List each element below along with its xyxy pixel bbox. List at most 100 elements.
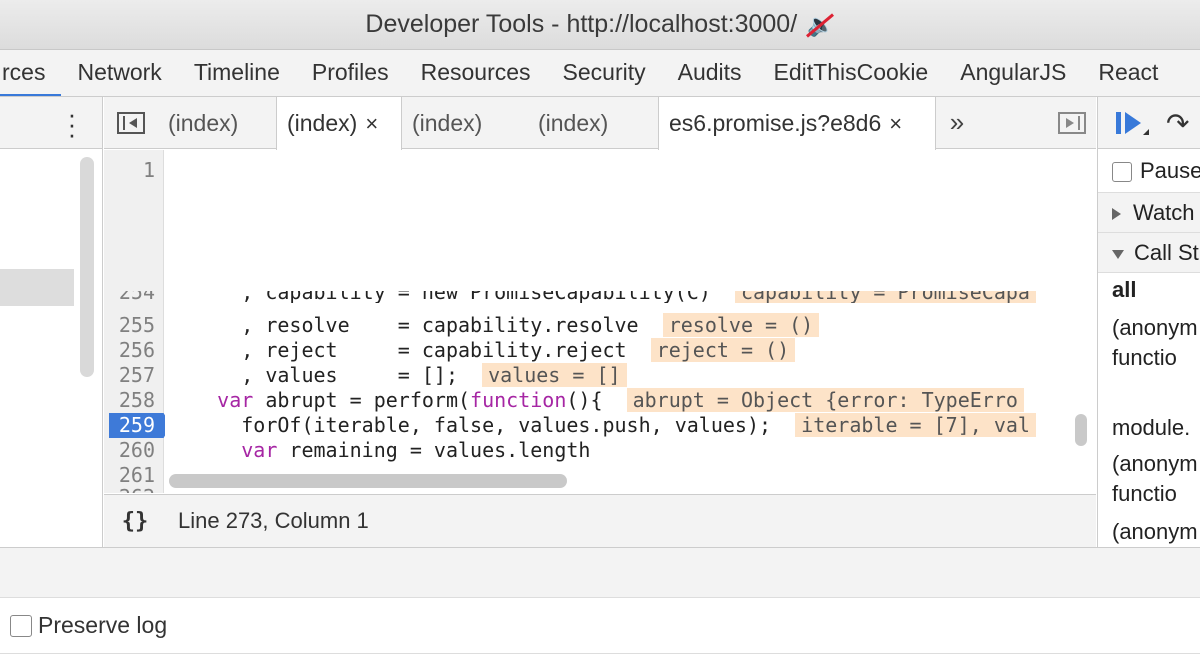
callstack-label: Call St xyxy=(1134,240,1199,265)
editor-tab-label: (index) xyxy=(412,109,483,136)
editor-tab[interactable]: (index) × xyxy=(276,96,402,150)
line-number-gutter: 1 254 255 256 257 258 259 260 261 262 xyxy=(104,150,171,493)
code-text: , values = []; xyxy=(169,363,458,387)
line-number[interactable]: 257 xyxy=(119,363,155,388)
expand-triangle-icon xyxy=(1112,208,1121,220)
code-text: , capability = new PromiseCapability(C) xyxy=(169,291,711,303)
tab-editthiscookie[interactable]: EditThisCookie xyxy=(758,50,945,96)
code-keyword: function xyxy=(470,388,567,412)
watch-label: Watch xyxy=(1133,200,1195,225)
callstack-frame[interactable]: (anonym xyxy=(1098,313,1200,343)
editor-tab-label: (index) xyxy=(168,109,239,136)
resume-icon[interactable] xyxy=(1116,112,1142,134)
editor-tab[interactable]: (index) xyxy=(402,97,528,149)
tab-audits[interactable]: Audits xyxy=(662,50,758,96)
inline-value: values = [] xyxy=(482,363,627,387)
pause-on-exceptions-row[interactable]: Pause xyxy=(1098,149,1200,193)
inline-value: resolve = () xyxy=(662,313,820,337)
console-drawer-toolbar xyxy=(0,547,1200,598)
callstack-frame[interactable]: module. xyxy=(1098,413,1200,443)
inline-value: capability = PromiseCapa xyxy=(734,291,1036,303)
pretty-print-button[interactable]: {} xyxy=(104,509,166,534)
editor-statusbar: {} Line 273, Column 1 xyxy=(104,494,1096,547)
code-text: abrupt = perform( xyxy=(253,388,471,412)
window-titlebar: Developer Tools - http://localhost:3000/… xyxy=(0,0,1200,50)
callstack-frame[interactable]: functio xyxy=(1098,479,1200,509)
close-icon[interactable]: × xyxy=(889,111,902,136)
tab-resources[interactable]: Resources xyxy=(405,50,547,96)
code-text: , reject = capability.reject xyxy=(169,338,627,362)
cursor-position: Line 273, Column 1 xyxy=(178,508,369,533)
code-line: , values = []; values = [] xyxy=(169,363,627,388)
debugger-sidebar: ↷ Pause Watch Call St all (anonym functi… xyxy=(1097,97,1200,547)
line-number[interactable]: 255 xyxy=(119,313,155,338)
tab-angularjs[interactable]: AngularJS xyxy=(944,50,1082,96)
toggle-navigator-button[interactable] xyxy=(104,97,158,149)
close-icon[interactable]: × xyxy=(365,111,378,136)
inline-value: reject = () xyxy=(650,338,796,362)
step-over-icon[interactable]: ↷ xyxy=(1166,107,1189,140)
callstack-frame[interactable]: all xyxy=(1098,273,1200,307)
code-line-paused: forOf(iterable, false, values.push, valu… xyxy=(169,413,1036,438)
collapse-triangle-icon xyxy=(1112,249,1124,259)
tab-security[interactable]: Security xyxy=(547,50,662,96)
editor-tab-label: es6.promise.js?e8d6 xyxy=(669,109,882,136)
code-line: , reject = capability.reject reject = () xyxy=(169,338,796,363)
pause-checkbox[interactable] xyxy=(1112,162,1132,183)
editor-tab-label: (index) xyxy=(287,109,358,136)
window-title: Developer Tools - http://localhost:3000/ xyxy=(365,10,798,38)
line-number[interactable]: 254 xyxy=(119,291,155,303)
callstack-frame[interactable]: (anonym xyxy=(1098,517,1200,547)
preserve-log-label: Preserve log xyxy=(38,612,168,638)
editor-tab[interactable]: (index) xyxy=(158,97,276,149)
code-text: , resolve = capability.resolve xyxy=(169,313,639,337)
editor-tabstrip: (index) (index) × (index) (index) es6.pro… xyxy=(104,96,1096,150)
editor-horizontal-scrollbar[interactable] xyxy=(169,474,567,488)
resume-dropdown-icon[interactable] xyxy=(1143,129,1149,135)
selected-file-row[interactable] xyxy=(0,269,74,306)
code-line: var abrupt = perform(function(){ abrupt … xyxy=(169,388,1024,413)
tab-sources[interactable]: rces xyxy=(0,50,62,96)
line-number[interactable]: 260 xyxy=(119,438,155,463)
code-editor[interactable]: , capability = new PromiseCapability(C) … xyxy=(165,150,1096,493)
line-number[interactable]: 1 xyxy=(143,158,155,183)
preserve-log-row[interactable]: Preserve log xyxy=(0,598,1200,654)
pause-label: Pause xyxy=(1140,158,1200,183)
editor-vertical-scrollbar[interactable] xyxy=(1075,414,1087,446)
tab-react[interactable]: React xyxy=(1082,50,1174,96)
tab-network[interactable]: Network xyxy=(61,50,177,96)
code-line: , capability = new PromiseCapability(C) … xyxy=(169,291,1036,303)
callstack-frame[interactable]: functio xyxy=(1098,343,1200,373)
editor-tab-active[interactable]: es6.promise.js?e8d6 × xyxy=(658,96,936,150)
code-text: remaining = values.length xyxy=(277,438,591,462)
speaker-muted-icon[interactable]: 🔈 xyxy=(807,12,834,38)
navigator-scrollbar[interactable] xyxy=(80,157,94,377)
line-number[interactable]: 262 xyxy=(119,484,155,493)
more-tabs-icon[interactable]: » xyxy=(936,107,978,138)
debugger-toolbar: ↷ xyxy=(1098,97,1200,149)
code-line: var remaining = values.length xyxy=(169,438,590,463)
line-number[interactable]: 258 xyxy=(119,388,155,413)
inline-value: iterable = [7], val xyxy=(795,413,1036,437)
navigator-panel: · · · xyxy=(0,97,103,547)
code-text: forOf(iterable, false, values.push, valu… xyxy=(169,413,772,437)
breakpoint-marker[interactable]: 259 xyxy=(109,413,171,438)
preserve-log-checkbox[interactable] xyxy=(10,614,32,637)
editor-tab[interactable]: (index) xyxy=(528,97,658,149)
navigator-header: · · · xyxy=(0,97,102,149)
watch-section-header[interactable]: Watch xyxy=(1098,193,1200,233)
tab-timeline[interactable]: Timeline xyxy=(178,50,296,96)
code-keyword: var xyxy=(169,388,254,412)
editor-tab-label: (index) xyxy=(538,109,609,136)
toggle-debugger-sidebar-icon[interactable] xyxy=(1058,112,1086,134)
more-options-icon[interactable]: · · · xyxy=(66,101,78,147)
sidebar-toggle-icon xyxy=(117,111,145,134)
code-line: , resolve = capability.resolve resolve =… xyxy=(169,313,820,338)
inline-value: abrupt = Object {error: TypeErro xyxy=(626,388,1024,412)
line-number[interactable]: 256 xyxy=(119,338,155,363)
callstack-frame[interactable]: (anonym xyxy=(1098,449,1200,479)
code-text: (){ xyxy=(566,388,603,412)
tab-profiles[interactable]: Profiles xyxy=(296,50,405,96)
main-tabbar: rces Network Timeline Profiles Resources… xyxy=(0,50,1200,97)
callstack-section-header[interactable]: Call St xyxy=(1098,233,1200,273)
